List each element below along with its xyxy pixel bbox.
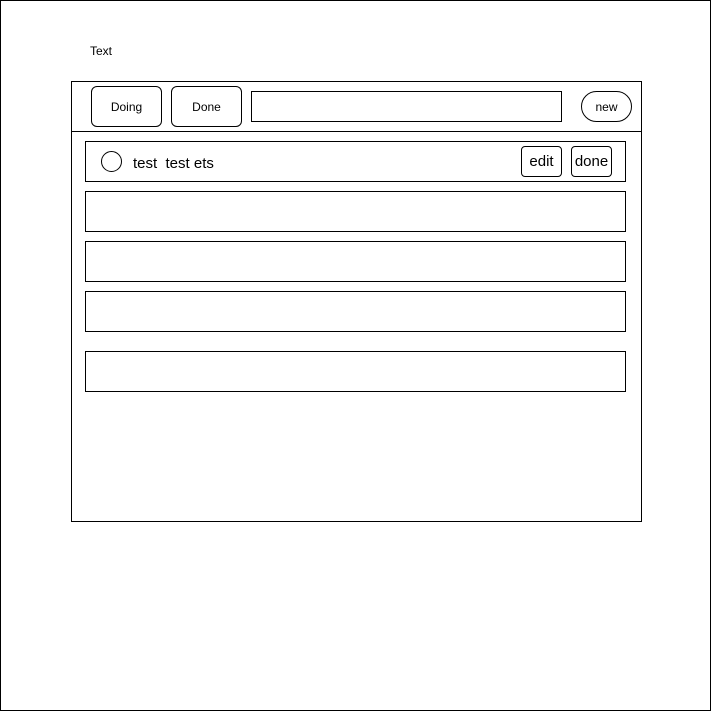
task-input[interactable] [251,91,562,122]
done-button[interactable]: done [571,146,612,177]
tab-doing[interactable]: Doing [91,86,162,127]
task-row[interactable] [85,291,626,332]
task-row[interactable] [85,351,626,392]
edit-button[interactable]: edit [521,146,562,177]
task-checkbox[interactable] [101,151,122,172]
page-frame: Text Doing Done new test test ets edit d… [0,0,711,711]
toolbar: Doing Done new [72,82,641,132]
task-row[interactable] [85,241,626,282]
todo-panel: Doing Done new test test ets edit done [71,81,642,522]
task-text: test test ets [133,155,214,172]
tab-done[interactable]: Done [171,86,242,127]
header-text: Text [90,44,113,58]
task-row[interactable] [85,191,626,232]
new-button[interactable]: new [581,91,632,122]
task-row: test test ets edit done [85,141,626,182]
